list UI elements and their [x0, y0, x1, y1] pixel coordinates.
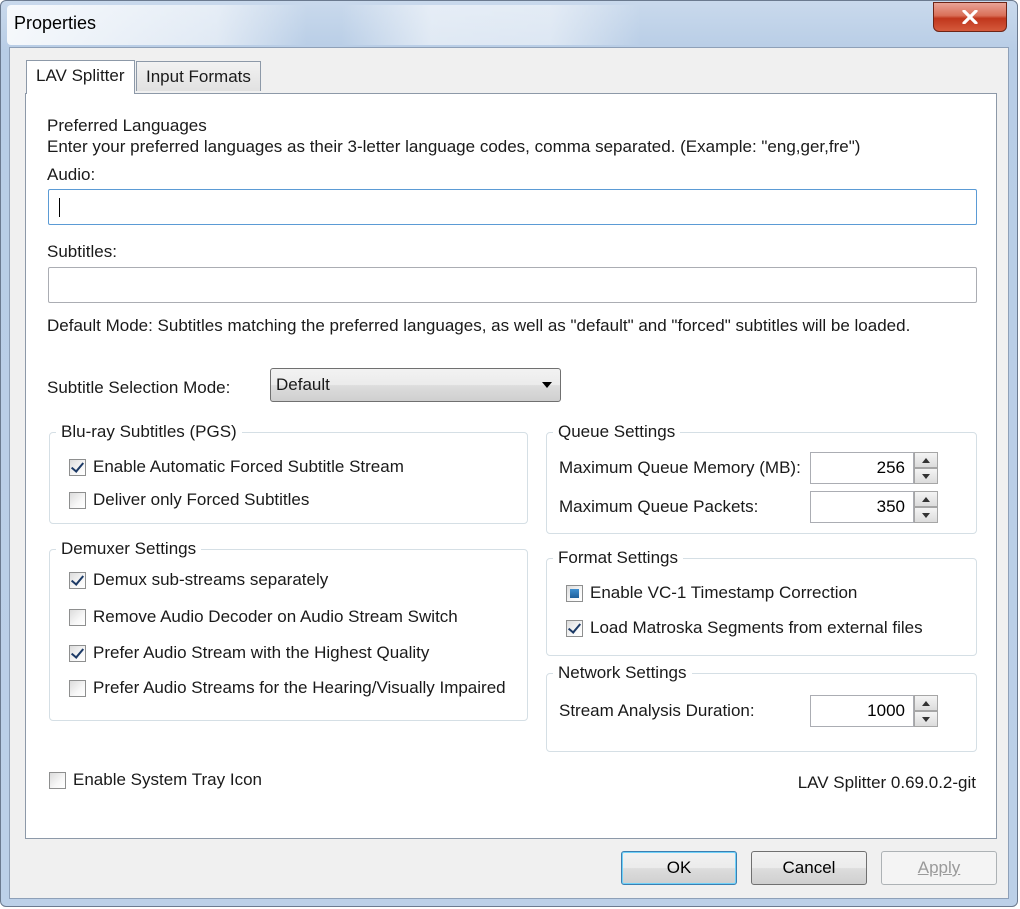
arrow-down-icon	[922, 473, 930, 479]
enable-system-tray-icon-checkbox[interactable]: Enable System Tray Icon	[49, 770, 262, 790]
preferred-languages-heading: Preferred Languages	[47, 116, 207, 135]
decrement-button[interactable]	[914, 468, 938, 484]
decrement-button[interactable]	[914, 711, 938, 727]
title-bar[interactable]: Properties	[1, 1, 1017, 47]
subtitle-selection-mode-dropdown[interactable]: Default	[270, 368, 561, 402]
arrow-down-icon	[922, 716, 930, 722]
cancel-button[interactable]: Cancel	[751, 851, 867, 885]
checkbox-checked-icon	[69, 644, 86, 662]
tab-input-formats[interactable]: Input Formats	[136, 61, 261, 91]
arrow-up-icon	[922, 700, 930, 706]
load-matroska-segments-checkbox[interactable]: Load Matroska Segments from external fil…	[566, 618, 923, 638]
window-title: Properties	[14, 13, 97, 33]
arrow-down-icon	[922, 512, 930, 518]
checkbox-indeterminate-icon	[566, 584, 583, 602]
max-queue-packets-label: Maximum Queue Packets:	[559, 497, 759, 516]
arrow-up-icon	[922, 496, 930, 502]
audio-languages-input[interactable]	[48, 189, 977, 225]
format-settings-group-title: Format Settings	[553, 548, 683, 568]
apply-button[interactable]: Apply	[881, 851, 997, 885]
dialog-client-area: LAV Splitter Input Formats Preferred Lan…	[9, 47, 1009, 899]
queue-settings-group-title: Queue Settings	[553, 422, 681, 442]
tab-lav-splitter[interactable]: LAV Splitter	[26, 60, 135, 94]
deliver-only-forced-subtitles-checkbox[interactable]: Deliver only Forced Subtitles	[69, 490, 309, 510]
checkbox-unchecked-icon	[69, 679, 86, 697]
checkbox-unchecked-icon	[69, 491, 86, 509]
preferred-languages-description: Enter your preferred languages as their …	[47, 137, 861, 156]
increment-button[interactable]	[914, 452, 938, 468]
checkbox-unchecked-icon	[69, 608, 86, 626]
stream-analysis-duration-input[interactable]	[810, 695, 914, 727]
subtitle-selection-mode-label: Subtitle Selection Mode:	[47, 378, 231, 397]
max-queue-packets-spinner	[810, 491, 940, 523]
increment-button[interactable]	[914, 695, 938, 711]
default-mode-note: Default Mode: Subtitles matching the pre…	[47, 316, 911, 335]
close-icon	[962, 10, 978, 24]
subtitle-languages-input[interactable]	[48, 267, 977, 303]
max-queue-memory-spinner	[810, 452, 940, 484]
bluray-subtitles-group: Blu-ray Subtitles (PGS) Enable Automatic…	[49, 422, 528, 524]
close-button[interactable]	[933, 2, 1007, 32]
checkbox-checked-icon	[69, 571, 86, 589]
format-settings-group: Format Settings Enable VC-1 Timestamp Co…	[546, 548, 977, 656]
checkbox-unchecked-icon	[49, 771, 66, 789]
stream-analysis-duration-spinner	[810, 695, 940, 727]
enable-vc1-timestamp-checkbox[interactable]: Enable VC-1 Timestamp Correction	[566, 583, 857, 603]
enable-automatic-forced-subtitle-checkbox[interactable]: Enable Automatic Forced Subtitle Stream	[69, 457, 404, 477]
subtitles-label: Subtitles:	[47, 242, 117, 261]
stream-analysis-duration-label: Stream Analysis Duration:	[559, 701, 755, 720]
max-queue-packets-input[interactable]	[810, 491, 914, 523]
bluray-subtitles-group-title: Blu-ray Subtitles (PGS)	[56, 422, 242, 442]
max-queue-memory-label: Maximum Queue Memory (MB):	[559, 458, 801, 477]
demuxer-settings-group: Demuxer Settings Demux sub-streams separ…	[49, 539, 528, 721]
properties-window: Properties LAV Splitter Input Formats Pr…	[0, 0, 1018, 907]
queue-settings-group: Queue Settings Maximum Queue Memory (MB)…	[546, 422, 977, 534]
subtitle-selection-mode-value: Default	[276, 375, 330, 394]
checkbox-checked-icon	[566, 619, 583, 637]
demuxer-settings-group-title: Demuxer Settings	[56, 539, 202, 559]
decrement-button[interactable]	[914, 507, 938, 523]
network-settings-group: Network Settings Stream Analysis Duratio…	[546, 663, 977, 752]
checkbox-checked-icon	[69, 458, 86, 476]
audio-label: Audio:	[47, 165, 96, 184]
remove-audio-decoder-checkbox[interactable]: Remove Audio Decoder on Audio Stream Swi…	[69, 607, 458, 627]
ok-button[interactable]: OK	[621, 851, 737, 885]
prefer-impaired-audio-checkbox[interactable]: Prefer Audio Streams for the Hearing/Vis…	[69, 678, 506, 698]
network-settings-group-title: Network Settings	[553, 663, 692, 683]
increment-button[interactable]	[914, 491, 938, 507]
demux-substreams-checkbox[interactable]: Demux sub-streams separately	[69, 570, 328, 590]
arrow-up-icon	[922, 457, 930, 463]
text-caret	[59, 198, 60, 217]
prefer-highest-quality-audio-checkbox[interactable]: Prefer Audio Stream with the Highest Qua…	[69, 643, 429, 663]
chevron-down-icon	[542, 382, 552, 388]
tab-panel-lav-splitter: Preferred Languages Enter your preferred…	[25, 93, 997, 839]
max-queue-memory-input[interactable]	[810, 452, 914, 484]
version-label: LAV Splitter 0.69.0.2-git	[797, 773, 976, 792]
